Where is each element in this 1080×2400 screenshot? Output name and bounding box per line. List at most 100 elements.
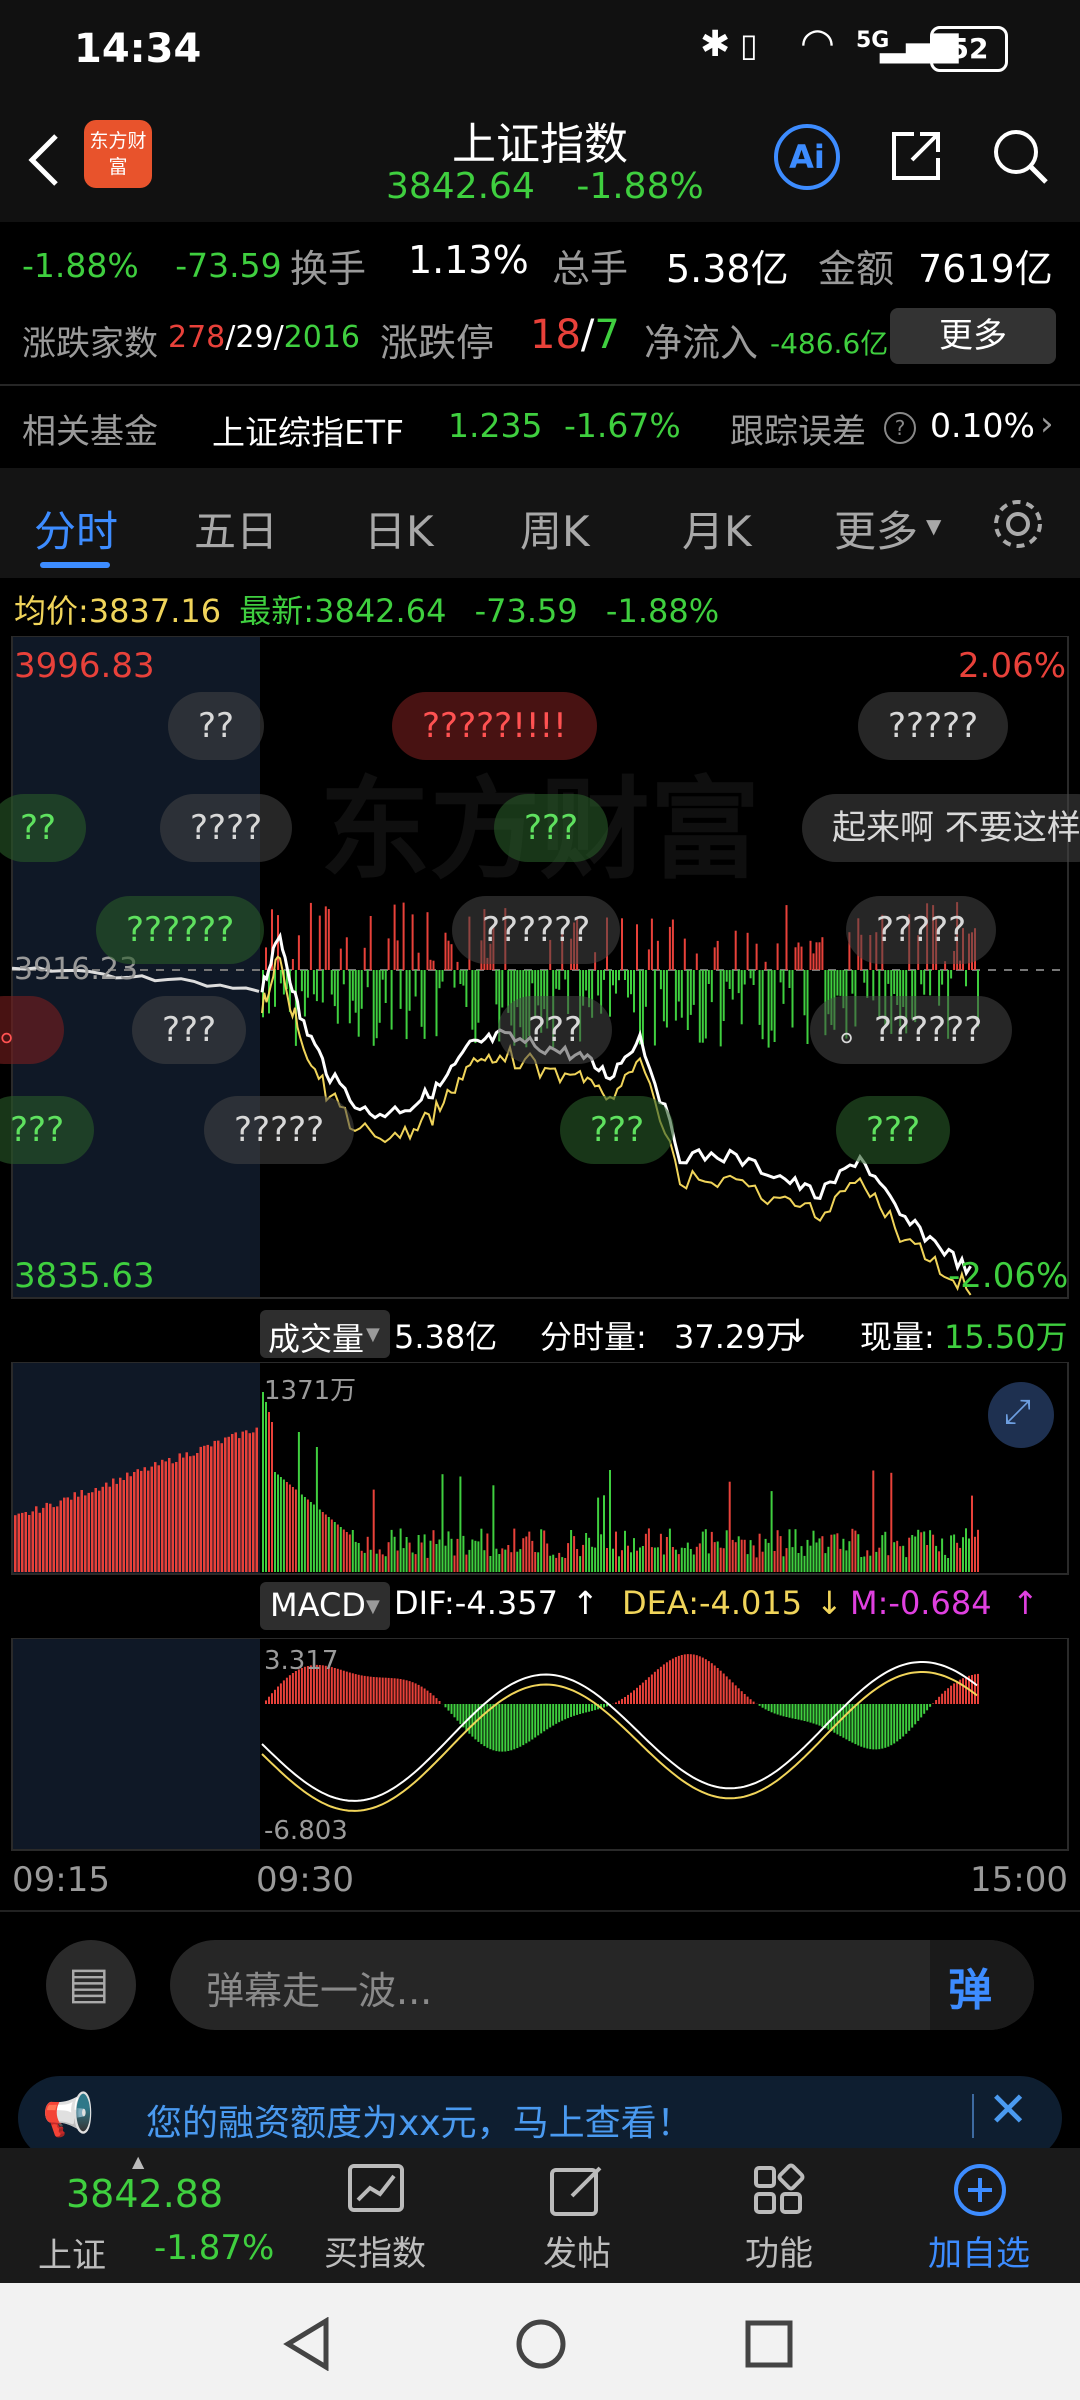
volume-bar — [456, 1538, 459, 1572]
ai-button[interactable]: Ai — [774, 124, 840, 190]
nav-add-watchlist[interactable]: 加自选 — [914, 2158, 1044, 2278]
gear-icon[interactable] — [990, 496, 1046, 552]
main-chart-bar — [447, 940, 450, 970]
danmaku-bubble[interactable]: ?????? — [452, 896, 621, 964]
help-icon[interactable]: ? — [884, 412, 916, 444]
volume-bar — [773, 1551, 776, 1572]
macd-bar — [887, 1704, 890, 1747]
tab-more[interactable]: 更多 — [834, 498, 918, 559]
macd-bar — [689, 1654, 692, 1704]
macd-bar — [435, 1698, 438, 1704]
main-chart-bar — [794, 947, 797, 970]
more-button[interactable]: 更多 — [890, 308, 1056, 364]
main-chart-bar — [558, 970, 561, 990]
chevron-right-icon[interactable]: › — [1040, 404, 1054, 444]
volume-bar — [959, 1547, 962, 1572]
danmaku-bubble[interactable]: ???? — [160, 794, 293, 862]
nav-functions[interactable]: 功能 — [714, 2158, 844, 2278]
recents-square-icon[interactable] — [744, 2319, 794, 2369]
volume-bar — [318, 1509, 321, 1572]
volume-bar — [633, 1538, 635, 1572]
share-icon[interactable] — [886, 126, 946, 186]
back-triangle-icon[interactable] — [282, 2317, 332, 2371]
volume-bar — [80, 1490, 83, 1572]
main-chart-bar — [351, 970, 354, 1001]
fund-name[interactable]: 上证综指ETF — [212, 406, 404, 454]
danmaku-bubble[interactable]: ?????!!!! — [392, 692, 597, 760]
danmaku-bubble[interactable]: ?????? — [96, 896, 265, 964]
danmaku-bubble[interactable]: ????? — [858, 692, 1009, 760]
main-chart-bar — [336, 970, 339, 1024]
macd-chart[interactable] — [0, 1638, 1080, 1852]
volume-label: 总手 — [552, 247, 629, 291]
danmaku-settings-button[interactable]: ▤ — [46, 1940, 136, 2030]
macd-bar — [896, 1704, 899, 1742]
danmaku-bubble[interactable]: ?? — [168, 692, 265, 760]
volume-bar — [713, 1542, 716, 1572]
volume-bar — [549, 1555, 552, 1572]
volume-bar — [641, 1546, 644, 1572]
macd-bar — [692, 1654, 695, 1704]
volume-bar — [31, 1511, 34, 1572]
status-bar: 14:34 ✱ ▯ ◠ 5G ▂▄▆ 52 — [0, 0, 1080, 100]
close-icon[interactable]: ✕ — [988, 2082, 1028, 2138]
main-chart-bar — [929, 970, 932, 996]
tab-daily-k[interactable]: 日K — [364, 498, 434, 559]
nav-post[interactable]: 发帖 — [512, 2158, 642, 2278]
volume-bar — [435, 1544, 438, 1572]
macd-bar — [668, 1660, 671, 1704]
main-chart-bar — [887, 970, 890, 984]
main-chart-bar — [324, 906, 327, 970]
volume-chart[interactable] — [0, 1362, 1080, 1576]
header-price: 3842.64 — [386, 166, 535, 207]
danmaku-input[interactable]: 弹幕走一波... 弹 — [170, 1940, 1034, 2030]
nav-buy-index[interactable]: 买指数 — [310, 2158, 440, 2278]
volume-max-label: 1371万 — [264, 1376, 357, 1406]
back-icon[interactable] — [24, 130, 64, 190]
macd-bar — [695, 1655, 698, 1704]
danmaku-bubble[interactable]: ??? — [560, 1096, 675, 1164]
macd-bar — [426, 1690, 429, 1704]
main-chart-bar — [788, 970, 791, 988]
danmaku-bubble[interactable]: ??? — [836, 1096, 951, 1164]
volume-bar — [630, 1552, 632, 1572]
danmaku-bubble[interactable]: ??? — [494, 794, 609, 862]
danmaku-bubble[interactable]: ????? — [204, 1096, 355, 1164]
macd-bar — [384, 1677, 387, 1704]
expand-button[interactable]: ⤢ — [988, 1382, 1054, 1448]
danmaku-send-button[interactable]: 弹 — [930, 1940, 1034, 2030]
danmaku-bubble[interactable]: ?? — [0, 794, 87, 862]
main-chart-bar — [501, 970, 504, 1008]
tab-5day[interactable]: 五日 — [194, 498, 278, 559]
volume-selector[interactable]: 成交量 ▼ — [260, 1310, 390, 1358]
danmaku-bubble[interactable]: 。?????? — [810, 996, 1013, 1064]
danmaku-bubble[interactable]: ??? — [498, 996, 613, 1064]
home-circle-icon[interactable] — [514, 2317, 568, 2371]
macd-bar — [812, 1704, 815, 1724]
danmaku-bubble[interactable]: ????? — [846, 896, 997, 964]
macd-bar — [492, 1704, 495, 1751]
macd-bar — [636, 1687, 638, 1704]
macd-bar — [414, 1683, 417, 1704]
main-chart-bar — [662, 970, 665, 1022]
tab-intraday[interactable]: 分时 — [34, 498, 118, 559]
volume-bar — [680, 1547, 683, 1572]
volume-bar — [161, 1459, 164, 1572]
macd-bar — [354, 1674, 357, 1704]
search-icon[interactable] — [990, 126, 1050, 186]
volume-bar — [248, 1433, 251, 1572]
volume-bar — [743, 1539, 746, 1572]
volume-bar — [603, 1495, 605, 1572]
danmaku-bubble[interactable]: ??? — [0, 1096, 95, 1164]
tab-monthly-k[interactable]: 月K — [682, 498, 752, 559]
main-chart-bar — [609, 970, 611, 1017]
tab-weekly-k[interactable]: 周K — [520, 498, 590, 559]
volume-bar — [710, 1531, 713, 1572]
main-chart-bar — [767, 970, 770, 1048]
danmaku-bubble[interactable]: 起来啊 不要这样 — [802, 794, 1080, 862]
header-price-row: 3842.64 -1.88% — [386, 166, 704, 207]
volume-bar — [192, 1455, 195, 1572]
main-chart-bar — [800, 946, 803, 970]
danmaku-bubble[interactable]: ??? — [132, 996, 247, 1064]
macd-selector[interactable]: MACD ▼ — [260, 1582, 390, 1630]
